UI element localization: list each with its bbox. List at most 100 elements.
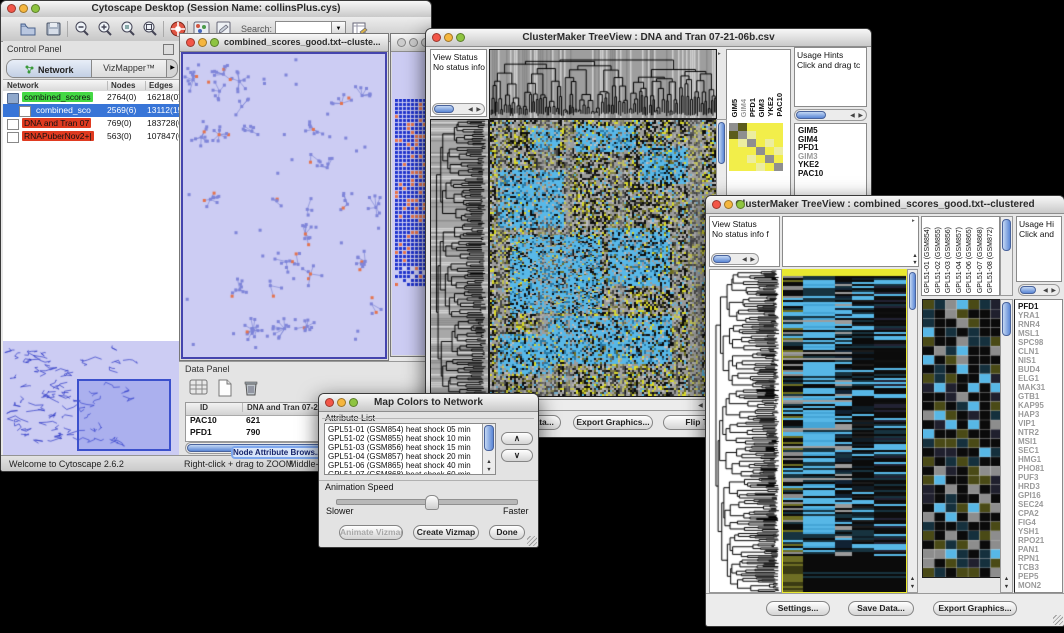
minimize-icon[interactable] xyxy=(337,398,346,407)
scroll-up-icon[interactable]: ▲ xyxy=(908,576,917,583)
table-mode-icon[interactable] xyxy=(189,378,207,396)
tv1-zoom-heatmap[interactable] xyxy=(729,123,783,171)
attribute-list-item[interactable]: GPL51-03 (GSM856) heat shock 15 min xyxy=(325,443,481,452)
heatmap-cell[interactable] xyxy=(738,139,747,147)
heatmap-cell[interactable] xyxy=(756,131,765,139)
heatmap-cell[interactable] xyxy=(765,163,774,171)
heatmap-cell[interactable] xyxy=(747,155,756,163)
heatmap-cell[interactable] xyxy=(738,131,747,139)
tv1-status-scrollbar[interactable]: ◀ ▶ xyxy=(432,103,485,115)
export-graphics-button[interactable]: Export Graphics... xyxy=(933,601,1017,616)
heatmap-cell[interactable] xyxy=(765,139,774,147)
close-icon[interactable] xyxy=(325,398,334,407)
save-data-button[interactable]: Save Data... xyxy=(848,601,914,616)
heatmap-cell[interactable] xyxy=(756,155,765,163)
scroll-thumb[interactable] xyxy=(434,105,454,113)
network-canvas[interactable] xyxy=(183,54,385,357)
attribute-listbox[interactable]: GPL51-01 (GSM854) heat shock 05 minGPL51… xyxy=(324,423,496,475)
network-tree-row[interactable]: DNA and Tran 07769(0)183728(0) xyxy=(3,117,179,130)
close-icon[interactable] xyxy=(7,4,16,13)
attribute-list-item[interactable]: GPL51-02 (GSM855) heat shock 10 min xyxy=(325,434,481,443)
network-tree-row[interactable]: RNAPuberNov2+|563(0)107847(0) xyxy=(3,130,179,143)
heatmap-cell[interactable] xyxy=(729,139,738,147)
heatmap-cell[interactable] xyxy=(738,155,747,163)
animation-speed-slider[interactable] xyxy=(336,499,518,505)
delete-attribute-trash-icon[interactable] xyxy=(241,378,259,396)
tv2-labels-vscrollbar[interactable] xyxy=(1000,216,1013,296)
heatmap-cell[interactable] xyxy=(774,155,783,163)
done-button[interactable]: Done xyxy=(489,525,525,540)
tv2-global-heatmap[interactable] xyxy=(782,269,907,593)
heatmap-cell[interactable] xyxy=(774,123,783,131)
heatmap-cell[interactable] xyxy=(738,123,747,131)
tv2-row-dendrogram[interactable] xyxy=(709,269,782,593)
network-window-titlebar[interactable]: combined_scores_good.txt--cluste... xyxy=(180,34,388,52)
dialog-titlebar[interactable]: Map Colors to Network xyxy=(319,394,538,412)
heatmap-cell[interactable] xyxy=(774,147,783,155)
tv1-row-dendrogram[interactable] xyxy=(430,119,489,397)
col-nodes[interactable]: Nodes xyxy=(107,81,135,90)
slider-thumb[interactable] xyxy=(425,495,439,510)
scroll-up-icon[interactable]: ▲ xyxy=(910,253,920,260)
heatmap-cell[interactable] xyxy=(765,131,774,139)
scroll-thumb[interactable] xyxy=(909,272,916,310)
scroll-arrows-icon[interactable]: ◀ ▶ xyxy=(468,106,482,114)
heatmap-cell[interactable] xyxy=(765,147,774,155)
overview-viewport-rect[interactable] xyxy=(77,379,171,451)
tv1-column-dendrogram[interactable] xyxy=(489,49,717,119)
heatmap-cell[interactable] xyxy=(747,131,756,139)
scroll-thumb[interactable] xyxy=(796,111,826,119)
scroll-arrows-icon[interactable]: ◀ ▶ xyxy=(850,112,864,120)
minimize-icon[interactable] xyxy=(724,200,733,209)
tab-network[interactable]: Network xyxy=(7,60,92,77)
scroll-up-icon[interactable]: ▲ xyxy=(483,459,495,466)
close-icon[interactable] xyxy=(432,33,441,42)
settings-button[interactable]: Settings... xyxy=(766,601,830,616)
zoom-window-icon[interactable] xyxy=(210,38,219,47)
scroll-down-icon[interactable]: ▼ xyxy=(910,260,920,267)
list-vscrollbar[interactable]: ▲ ▼ xyxy=(482,424,495,474)
scroll-thumb[interactable] xyxy=(1002,302,1011,336)
zoom-in-icon[interactable] xyxy=(96,20,114,38)
main-titlebar[interactable]: Cytoscape Desktop (Session Name: collins… xyxy=(1,1,431,18)
tv1-hints-scrollbar[interactable]: ◀ ▶ xyxy=(794,109,867,121)
heatmap-cell[interactable] xyxy=(747,147,756,155)
minimize-icon[interactable] xyxy=(444,33,453,42)
zoom-fit-icon[interactable] xyxy=(141,20,159,38)
zoom-window-icon[interactable] xyxy=(349,398,358,407)
minimize-icon[interactable] xyxy=(198,38,207,47)
move-down-button[interactable]: ∨ xyxy=(501,449,533,462)
scroll-down-icon[interactable]: ▼ xyxy=(908,584,917,591)
new-attribute-icon[interactable] xyxy=(215,378,233,396)
close-icon[interactable] xyxy=(712,200,721,209)
scroll-down-icon[interactable]: ▼ xyxy=(1001,584,1012,591)
scroll-thumb[interactable] xyxy=(718,122,725,164)
attribute-list-item[interactable]: GPL51-01 (GSM854) heat shock 05 min xyxy=(325,425,481,434)
tv2-status-scrollbar[interactable]: ◀ ▶ xyxy=(711,253,759,265)
heatmap-cell[interactable] xyxy=(729,155,738,163)
open-file-icon[interactable] xyxy=(19,20,37,38)
tab-overflow-button[interactable]: ▶ xyxy=(166,60,178,77)
heatmap-cell[interactable] xyxy=(729,147,738,155)
heatmap-cell[interactable] xyxy=(756,147,765,155)
node-attribute-browser-tab[interactable]: Node Attribute Brows... xyxy=(231,446,323,459)
splitter-arrow-icon[interactable]: ▸ xyxy=(718,51,721,57)
minimize-icon[interactable] xyxy=(19,4,28,13)
zoom-window-icon[interactable] xyxy=(31,4,40,13)
attribute-list-item[interactable]: GPL51-06 (GSM865) heat shock 40 min xyxy=(325,461,481,470)
heatmap-cell[interactable] xyxy=(738,147,747,155)
heatmap-cell[interactable] xyxy=(738,163,747,171)
close-icon[interactable] xyxy=(186,38,195,47)
tv1-titlebar[interactable]: ClusterMaker TreeView : DNA and Tran 07-… xyxy=(426,29,871,47)
float-panel-icon[interactable] xyxy=(163,44,174,55)
heatmap-cell[interactable] xyxy=(729,163,738,171)
attribute-list-item[interactable]: GPL51-04 (GSM857) heat shock 20 min xyxy=(325,452,481,461)
tv2-genes-vscrollbar[interactable]: ▲ ▼ xyxy=(1000,299,1013,593)
animate-vizmap-button[interactable]: Animate Vizmap xyxy=(339,525,403,540)
heatmap-cell[interactable] xyxy=(747,139,756,147)
move-up-button[interactable]: ∧ xyxy=(501,432,533,445)
scroll-thumb[interactable] xyxy=(484,425,494,451)
heatmap-cell[interactable] xyxy=(756,139,765,147)
scroll-thumb[interactable] xyxy=(1020,286,1036,294)
zoom-selected-icon[interactable] xyxy=(119,20,137,38)
